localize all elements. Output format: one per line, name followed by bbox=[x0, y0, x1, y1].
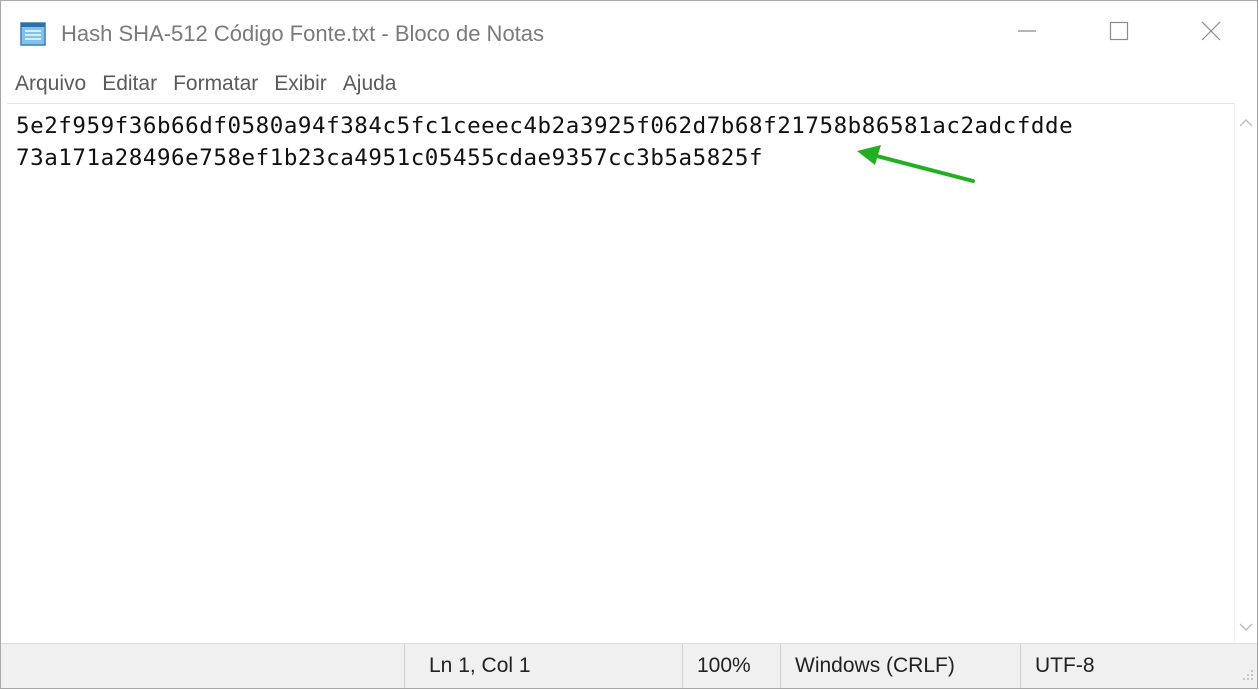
scroll-up-icon[interactable] bbox=[1239, 113, 1253, 132]
menu-exibir[interactable]: Exibir bbox=[265, 72, 334, 96]
resize-grip-icon[interactable] bbox=[1242, 666, 1254, 685]
close-button[interactable] bbox=[1165, 1, 1257, 65]
text-editor[interactable]: 5e2f959f36b66df0580a94f384c5fc1ceeec4b2a… bbox=[7, 103, 1235, 644]
menu-formatar[interactable]: Formatar bbox=[164, 72, 265, 96]
scroll-down-icon[interactable] bbox=[1239, 617, 1253, 636]
window-title: Hash SHA-512 Código Fonte.txt - Bloco de… bbox=[61, 21, 545, 46]
menu-editar[interactable]: Editar bbox=[93, 72, 164, 96]
vertical-scrollbar[interactable] bbox=[1234, 103, 1257, 644]
minimize-button[interactable] bbox=[981, 1, 1073, 65]
maximize-icon bbox=[1109, 21, 1129, 45]
line-ending: Windows (CRLF) bbox=[780, 644, 1020, 688]
maximize-button[interactable] bbox=[1073, 1, 1165, 65]
notepad-icon bbox=[19, 21, 49, 47]
green-arrow-icon bbox=[847, 141, 982, 193]
close-icon bbox=[1201, 21, 1221, 45]
encoding: UTF-8 bbox=[1020, 644, 1238, 688]
menu-bar: Arquivo Editar Formatar Exibir Ajuda bbox=[1, 67, 1257, 101]
menu-ajuda[interactable]: Ajuda bbox=[334, 72, 404, 96]
zoom-level: 100% bbox=[682, 644, 780, 688]
status-bar: Ln 1, Col 1 100% Windows (CRLF) UTF-8 bbox=[1, 643, 1257, 688]
notepad-window: Hash SHA-512 Código Fonte.txt - Bloco de… bbox=[0, 0, 1258, 689]
menu-arquivo[interactable]: Arquivo bbox=[1, 72, 93, 96]
minimize-icon bbox=[1017, 21, 1037, 45]
title-bar[interactable]: Hash SHA-512 Código Fonte.txt - Bloco de… bbox=[1, 1, 1257, 65]
editor-line: 5e2f959f36b66df0580a94f384c5fc1ceeec4b2a… bbox=[16, 113, 1074, 139]
cursor-position: Ln 1, Col 1 bbox=[404, 644, 682, 688]
